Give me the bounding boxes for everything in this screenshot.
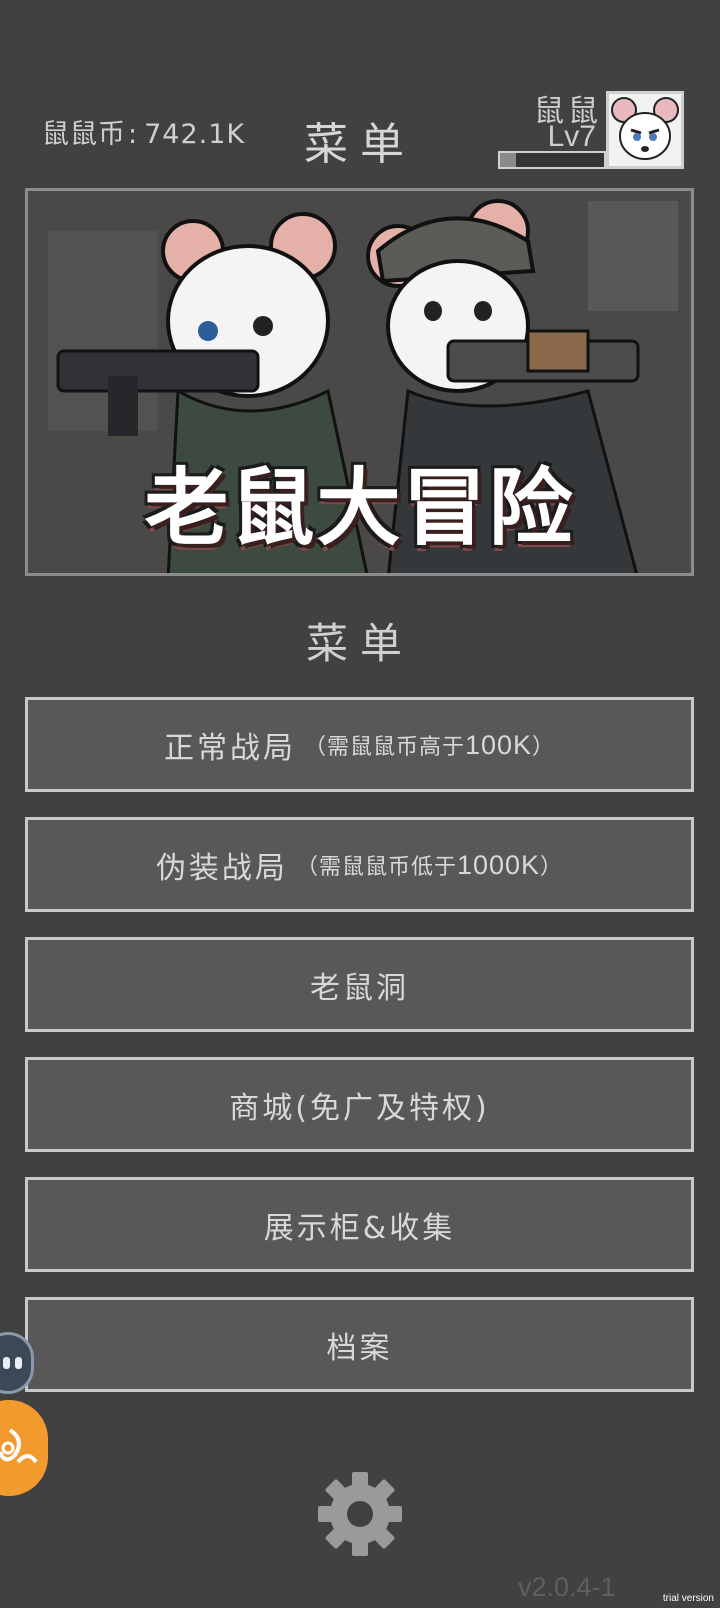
- menu-heading: 菜单: [305, 619, 414, 668]
- avatar[interactable]: [606, 91, 684, 169]
- menu-list: 正常战局 （需鼠鼠币高于100K） 伪装战局 （需鼠鼠币低于1000K） 老鼠洞…: [25, 697, 694, 1417]
- button-label: 老鼠洞: [310, 970, 409, 1006]
- xp-progress-bar: [498, 151, 606, 169]
- button-label: 展示柜&收集: [263, 1210, 456, 1246]
- shop-button[interactable]: 商城(免广及特权): [25, 1057, 694, 1152]
- button-label: 商城(免广及特权): [229, 1090, 490, 1126]
- button-label: 伪装战局: [155, 850, 288, 886]
- gear-icon: [318, 1472, 402, 1556]
- swirl-icon: [0, 1428, 38, 1464]
- mouse-hole-button[interactable]: 老鼠洞: [25, 937, 694, 1032]
- showcase-collection-button[interactable]: 展示柜&收集: [25, 1177, 694, 1272]
- normal-battle-button[interactable]: 正常战局 （需鼠鼠币高于100K）: [25, 697, 694, 792]
- button-label: 档案: [326, 1330, 393, 1366]
- game-banner: 老鼠大冒险: [25, 188, 694, 576]
- player-level: Lv7: [547, 120, 596, 153]
- button-note: （需鼠鼠币低于1000K）: [295, 849, 564, 880]
- eye-right: [15, 1357, 22, 1369]
- button-note: （需鼠鼠币高于100K）: [303, 729, 556, 760]
- archive-button[interactable]: 档案: [25, 1297, 694, 1392]
- version-label: v2.0.4-1: [518, 1572, 616, 1602]
- settings-button[interactable]: [316, 1470, 404, 1558]
- xp-progress-fill: [500, 153, 516, 167]
- mouse-avatar-icon: [611, 97, 679, 160]
- eye-left: [3, 1357, 10, 1369]
- trial-watermark: trial version: [662, 1593, 714, 1604]
- banner-title: 老鼠大冒险: [144, 459, 575, 557]
- button-label: 正常战局: [163, 730, 296, 766]
- disguise-battle-button[interactable]: 伪装战局 （需鼠鼠币低于1000K）: [25, 817, 694, 912]
- orange-float-icon[interactable]: [0, 1400, 48, 1496]
